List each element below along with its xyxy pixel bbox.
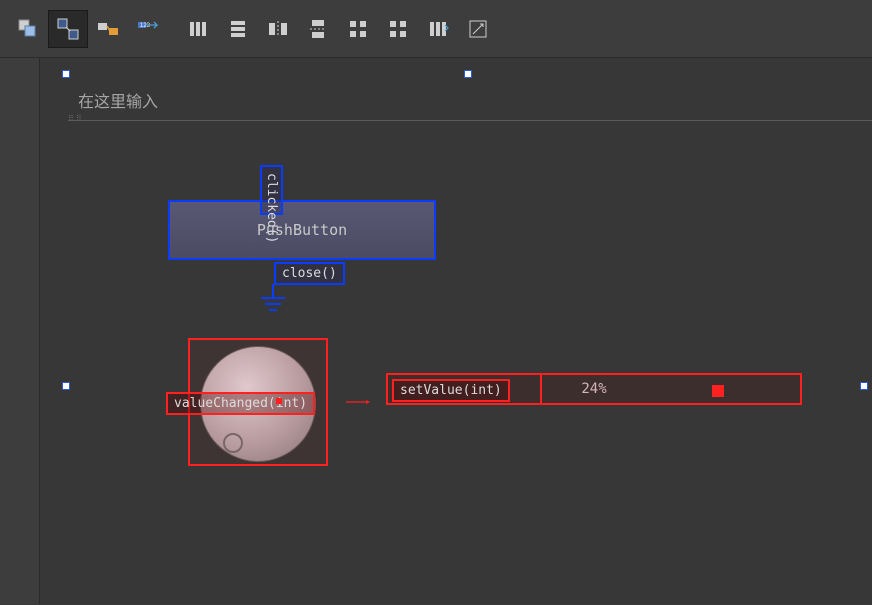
connect-mode-button[interactable] <box>48 10 88 48</box>
resize-handle[interactable] <box>464 70 472 78</box>
slot-label[interactable]: setValue(int) <box>392 379 510 402</box>
ground-symbol-icon <box>258 284 288 320</box>
layout-v-splitter-button[interactable] <box>298 10 338 48</box>
pushbutton-face[interactable]: PushButton <box>168 200 436 260</box>
form-canvas[interactable]: 在这里输入 ⠿⠿ PushButton clicked() close() va… <box>60 70 872 604</box>
layout-horizontal-button[interactable] <box>178 10 218 48</box>
layout-vertical-icon <box>226 17 250 41</box>
pushbutton-widget[interactable]: PushButton <box>168 200 436 260</box>
workspace: 在这里输入 ⠿⠿ PushButton clicked() close() va… <box>0 58 872 604</box>
layout-form-button[interactable] <box>378 10 418 48</box>
tab-order-icon: 123 <box>136 17 160 41</box>
editable-header[interactable]: 在这里输入 <box>68 80 872 121</box>
signals-slots-icon <box>56 17 80 41</box>
connection-endpoint-icon <box>712 385 724 397</box>
svg-text:123: 123 <box>140 23 151 29</box>
resize-handle[interactable] <box>62 70 70 78</box>
signal-label[interactable]: valueChanged(int) <box>166 392 315 415</box>
adjust-size-button[interactable] <box>458 10 498 48</box>
break-layout-button[interactable] <box>418 10 458 48</box>
progressbar-value: 24% <box>581 381 606 397</box>
watermark: 微卡智享 <box>726 603 856 604</box>
adjust-size-icon <box>466 17 490 41</box>
toolbar: 123 <box>0 0 872 58</box>
resize-handle[interactable] <box>62 382 70 390</box>
layout-grid-button[interactable] <box>338 10 378 48</box>
buddy-icon <box>96 17 120 41</box>
dial-indicator <box>223 433 243 453</box>
buddy-mode-button[interactable] <box>88 10 128 48</box>
connection-arrow-icon <box>328 400 388 404</box>
widget-icon <box>16 17 40 41</box>
h-splitter-icon <box>266 17 290 41</box>
break-layout-icon <box>426 17 450 41</box>
grip-handle: ⠿⠿ <box>68 114 84 123</box>
watermark-text: 微卡智享 <box>760 603 856 604</box>
tab-order-mode-button[interactable]: 123 <box>128 10 168 48</box>
slot-label[interactable]: close() <box>274 262 345 285</box>
grid-icon <box>346 17 370 41</box>
layout-horizontal-icon <box>186 17 210 41</box>
layout-h-splitter-button[interactable] <box>258 10 298 48</box>
signal-label[interactable]: clicked() <box>260 165 283 215</box>
resize-handle[interactable] <box>860 382 868 390</box>
vertical-margin <box>0 58 40 604</box>
layout-vertical-button[interactable] <box>218 10 258 48</box>
v-splitter-icon <box>306 17 330 41</box>
connection-origin-icon <box>276 398 282 404</box>
edit-mode-button[interactable] <box>8 10 48 48</box>
form-icon <box>386 17 410 41</box>
